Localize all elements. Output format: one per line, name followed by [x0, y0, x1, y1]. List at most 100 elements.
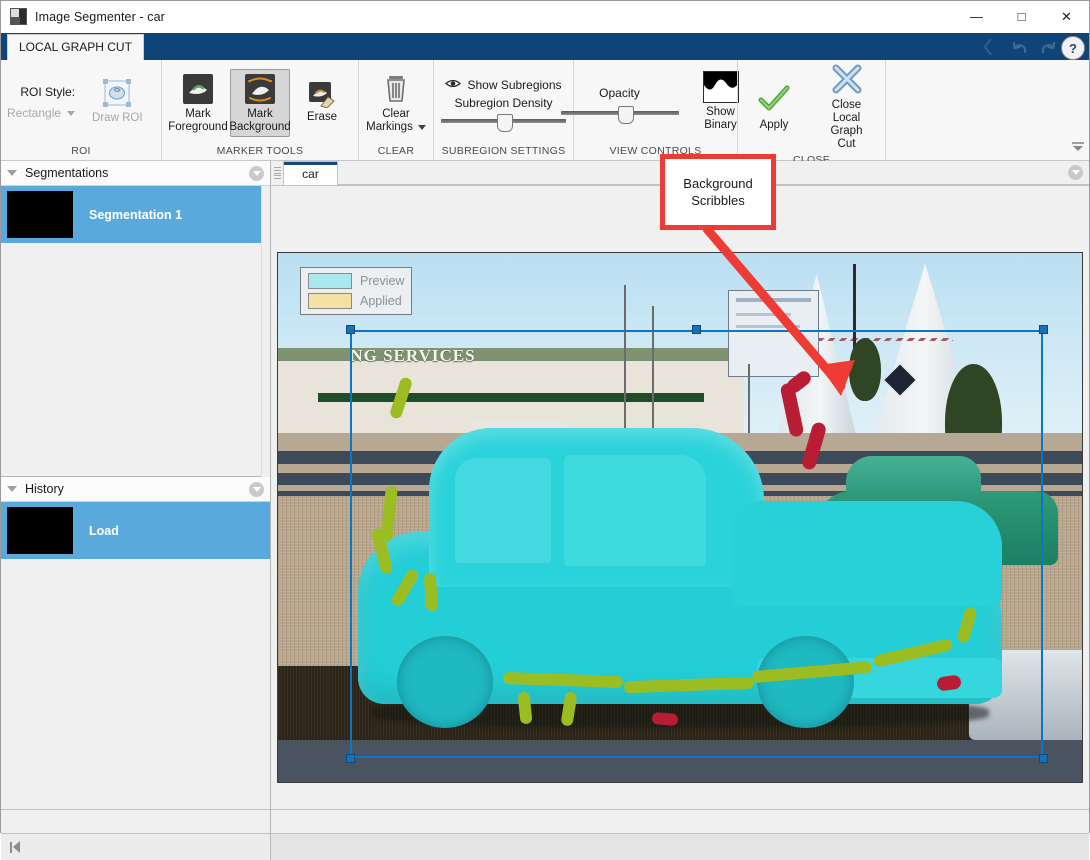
roi-style-dropdown[interactable]: Rectangle [7, 106, 75, 120]
segmentations-title: Segmentations [25, 166, 108, 180]
ribbon-group-clear: Clear Markings CLEAR [358, 60, 433, 160]
history-panel: History Load [1, 477, 270, 809]
annotation-line2: Scribbles [691, 192, 744, 209]
ribbon-quick-actions: ? [1009, 36, 1085, 60]
redo-icon[interactable] [1035, 38, 1059, 59]
legend-label-applied: Applied [360, 294, 402, 308]
history-panel-header[interactable]: History [1, 477, 270, 502]
roi-handle-top-center[interactable] [692, 325, 701, 334]
footer-right-blank [271, 810, 1089, 834]
photo-sign-text: NG SERVICES [350, 346, 475, 366]
ribbon-collapse-icon[interactable] [1071, 140, 1085, 158]
erase-button[interactable]: Erase [292, 78, 352, 127]
roi-style-controls: ROI Style: Rectangle [7, 85, 85, 120]
collapse-panel-icon[interactable] [10, 841, 20, 853]
photo-pole [624, 285, 626, 433]
image-viewport[interactable]: NG SERVICES [271, 186, 1089, 809]
ribbon-scroll-left-icon[interactable] [983, 36, 993, 58]
erase-icon [309, 82, 335, 108]
main-area: Segmentations Segmentation 1 History [1, 161, 1089, 809]
group-title-marker-tools: MARKER TOOLS [162, 145, 358, 160]
segmentation-thumbnail [7, 191, 73, 238]
segmentations-scrollbar[interactable] [261, 186, 270, 477]
show-binary-icon [703, 71, 739, 103]
slider-thumb[interactable] [618, 106, 634, 124]
clear-markings-button[interactable]: Clear Markings [365, 69, 427, 137]
ribbon-filler [885, 60, 1089, 160]
canvas-area: car NG SERVICES [271, 161, 1089, 809]
mark-foreground-label-line1: Mark [168, 108, 227, 121]
legend-label-preview: Preview [360, 274, 404, 288]
roi-handle-bottom-left[interactable] [346, 754, 355, 763]
ribbon-tab-strip: LOCAL GRAPH CUT ? [1, 33, 1089, 60]
tab-local-graph-cut[interactable]: LOCAL GRAPH CUT [7, 34, 144, 60]
chevron-down-icon [67, 111, 75, 116]
undo-icon[interactable] [1009, 38, 1033, 59]
collapse-triangle-icon[interactable] [7, 486, 17, 492]
draw-roi-button[interactable]: Draw ROI [85, 73, 149, 128]
ribbon: ROI Style: Rectangle [1, 60, 1089, 161]
photo-pole [652, 306, 654, 433]
footer [1, 809, 1089, 860]
subregion-density-slider[interactable] [441, 114, 566, 128]
close-label-line1: Close [821, 99, 872, 112]
overlay-legend: Preview Applied [300, 267, 412, 315]
subregion-density-label: Subregion Density [454, 96, 552, 110]
image-canvas[interactable]: NG SERVICES [277, 252, 1083, 783]
draw-roi-label: Draw ROI [92, 112, 142, 125]
opacity-slider[interactable] [561, 106, 679, 120]
document-tab-options-button[interactable] [1068, 165, 1083, 180]
segmentations-options-button[interactable] [249, 166, 264, 181]
roi-style-value: Rectangle [7, 106, 61, 120]
close-label-line2: Local Graph Cut [821, 112, 872, 151]
tab-car[interactable]: car [283, 161, 338, 185]
segmentations-empty-area [1, 243, 270, 476]
list-item[interactable]: Segmentation 1 [1, 186, 270, 243]
roi-handle-bottom-right[interactable] [1039, 754, 1048, 763]
legend-swatch-preview [308, 273, 352, 289]
annotation-line1: Background [683, 175, 752, 192]
photo-pole [853, 264, 856, 349]
ribbon-group-close: Apply Close Local Graph Cut CLOSE [737, 60, 885, 160]
photo-tree [849, 338, 881, 401]
roi-style-label: ROI Style: [20, 85, 75, 99]
mark-background-label-line2: Background [229, 121, 290, 134]
window-title: Image Segmenter - car [35, 10, 165, 24]
history-name: Load [89, 524, 119, 538]
close-local-graph-cut-button[interactable]: Close Local Graph Cut [814, 60, 879, 154]
history-options-button[interactable] [249, 482, 264, 497]
mark-background-label-line1: Mark [229, 108, 290, 121]
maximize-button[interactable]: □ [999, 1, 1044, 32]
history-title: History [25, 482, 64, 496]
photo-asphalt [278, 740, 1082, 782]
help-button[interactable]: ? [1061, 36, 1085, 60]
slider-thumb[interactable] [497, 114, 513, 132]
list-item[interactable]: Load [1, 502, 270, 559]
annotation-callout: Background Scribbles [660, 154, 776, 230]
mark-background-icon [244, 73, 276, 105]
draw-roi-icon [101, 77, 133, 109]
trash-icon [380, 73, 412, 105]
minimize-button[interactable]: — [954, 1, 999, 32]
roi-handle-top-right[interactable] [1039, 325, 1048, 334]
mark-background-button[interactable]: Mark Background [230, 69, 290, 137]
history-empty-area [1, 559, 270, 809]
mark-foreground-button[interactable]: Mark Foreground [168, 69, 228, 137]
show-binary-label-line1: Show [704, 106, 737, 119]
status-bar [271, 834, 1089, 860]
clear-markings-label-line1: Clear [366, 108, 426, 121]
tab-grip-icon[interactable] [271, 161, 283, 185]
mark-foreground-icon [182, 73, 214, 105]
photo-storefront-band [318, 393, 704, 402]
apply-button[interactable]: Apply [744, 80, 804, 135]
roi-handle-top-left[interactable] [346, 325, 355, 334]
show-binary-label-line2: Binary [704, 119, 737, 132]
show-subregions-toggle[interactable]: Show Subregions [445, 78, 561, 92]
ribbon-group-view-controls: Opacity [573, 60, 737, 160]
image-segmenter-window: Image Segmenter - car — □ ✕ LOCAL GRAPH … [0, 0, 1090, 833]
segmentations-panel-header[interactable]: Segmentations [1, 161, 270, 186]
collapse-triangle-icon[interactable] [7, 170, 17, 176]
apply-label: Apply [760, 119, 789, 132]
ribbon-group-roi: ROI Style: Rectangle [1, 60, 161, 160]
close-button[interactable]: ✕ [1044, 1, 1089, 32]
